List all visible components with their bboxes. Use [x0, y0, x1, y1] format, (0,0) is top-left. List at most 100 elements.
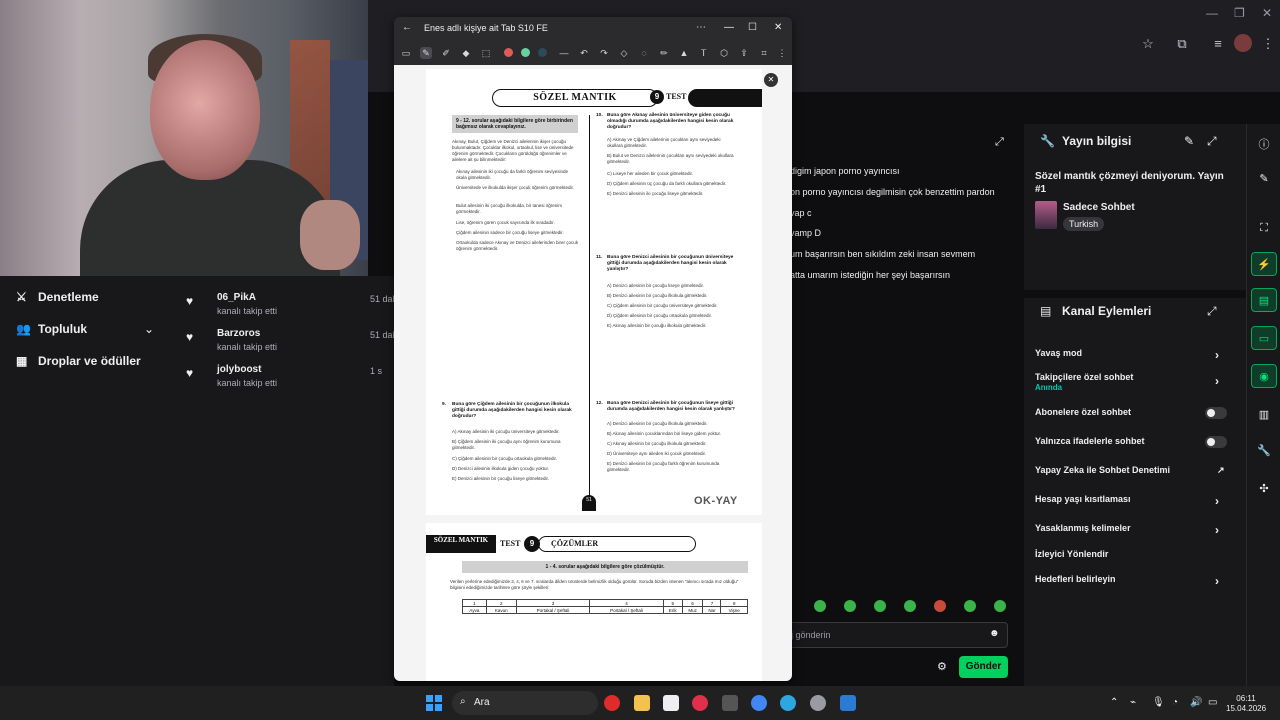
emote-icon[interactable] — [964, 600, 976, 612]
taskbar: ⌕ Ara ⌃ ⌁ 🎙 ◔ 🔊 ▭ 06:11 15.04.2026 — [0, 686, 1280, 720]
more-icon[interactable]: ⋮ — [1260, 36, 1276, 52]
popout-icon[interactable]: ⤢ — [1207, 134, 1217, 149]
send-button[interactable]: Gönder — [959, 656, 1008, 678]
minimize-icon[interactable]: — — [724, 22, 734, 33]
action-account-age[interactable]: Hesap yaşı kısıtlaması › — [1035, 494, 1235, 508]
color-red[interactable] — [504, 48, 513, 57]
layers-icon[interactable]: ▥ — [1251, 402, 1277, 426]
action-raid[interactable]: İzleyici Yönlendir — [1035, 549, 1235, 559]
action-subs-only[interactable]: Abonelere özel sohbet — [1035, 407, 1235, 419]
tray-chevron-icon[interactable]: ⌃ — [1110, 697, 1118, 708]
chrome-icon[interactable] — [751, 695, 767, 711]
network-icon[interactable]: ⌁ — [1130, 697, 1136, 708]
action-followers-only[interactable]: Takipçilere özel sohbet Anında › — [1035, 372, 1235, 392]
maximize-icon[interactable]: ❐ — [1234, 6, 1245, 20]
edit-icon[interactable]: ✎ — [1184, 134, 1194, 148]
search-box[interactable]: ⌕ Ara — [452, 691, 598, 715]
chevron-down-icon[interactable]: ⌄ — [144, 322, 154, 336]
highlighter-icon[interactable]: ✐ — [440, 47, 452, 59]
category-name[interactable]: Sadece Sohbet — [1063, 202, 1135, 213]
fullscreen-icon[interactable]: ⛶ — [1251, 216, 1277, 240]
queue-icon[interactable]: ≡ — [1210, 36, 1226, 52]
action-emote-only[interactable]: Yalnızca ifadelerle sohbet — [1035, 436, 1235, 448]
emoji-picker-icon[interactable]: ☻ — [989, 628, 1000, 639]
action-ai-moderation[interactable]: Yapay Zeka ile Sohbet Denetimi ↗ — [1035, 465, 1235, 475]
redo-icon[interactable]: ↷ — [598, 47, 610, 59]
emote-icon[interactable] — [934, 600, 946, 612]
chat-input[interactable]: j gönderin ☻ — [784, 622, 1008, 648]
chat-bubble-icon[interactable]: ▭ — [1251, 326, 1277, 350]
grip-icon[interactable]: ⋮ — [776, 47, 788, 59]
system-clock[interactable]: 06:11 15.04.2026 — [1226, 694, 1266, 714]
close-icon[interactable]: ✕ — [1262, 6, 1272, 20]
crop-icon[interactable]: ⌗ — [758, 47, 770, 59]
maximize-icon[interactable]: ☐ — [748, 22, 757, 33]
emote-only-toggle[interactable] — [1205, 436, 1227, 448]
shape-icon[interactable]: ◇ — [618, 47, 630, 59]
close-icon[interactable]: ✕ — [774, 22, 782, 33]
pen-icon[interactable]: ✎ — [420, 47, 432, 59]
fill-icon[interactable]: ▲ — [678, 47, 690, 59]
search-icon: ⌕ — [460, 696, 466, 707]
category-thumbnail[interactable] — [1035, 201, 1057, 229]
file-explorer-icon[interactable] — [634, 695, 650, 711]
emote-icon[interactable] — [904, 600, 916, 612]
media-app-icon[interactable] — [692, 695, 708, 711]
close-icon[interactable]: ✕ — [764, 73, 778, 87]
nav-item-topluluk[interactable]: 👥 Topluluk — [16, 322, 87, 336]
question-text: Buna göre Akınay ailesinin üniversiteye … — [607, 113, 734, 130]
language-tag[interactable]: Turkish — [1063, 217, 1105, 231]
wifi-icon[interactable]: ◔ — [1172, 697, 1178, 708]
emote-icon[interactable] — [874, 600, 886, 612]
star-icon[interactable]: ☆ — [1140, 36, 1156, 52]
extensions-icon[interactable]: ✣ — [1251, 476, 1277, 500]
info-icon[interactable]: ⓘ — [1251, 132, 1277, 156]
pencil-icon[interactable]: ✏ — [658, 47, 670, 59]
obs-icon[interactable] — [810, 695, 826, 711]
action-slow-mode[interactable]: Yavaş mod › — [1035, 348, 1235, 362]
subs-only-toggle[interactable] — [1205, 407, 1227, 419]
stroke-width-icon[interactable]: ― — [558, 47, 570, 59]
volume-icon[interactable]: 🔊 — [1190, 697, 1202, 708]
extensions-icon[interactable]: ⧉ — [1174, 36, 1190, 52]
wrench-icon[interactable]: 🔧 — [1251, 438, 1277, 462]
popout-icon[interactable]: ⤢ — [995, 136, 1004, 149]
color-dark[interactable] — [538, 48, 547, 57]
color-green[interactable] — [521, 48, 530, 57]
app-icon[interactable] — [840, 695, 856, 711]
more-icon[interactable]: ⋯ — [696, 22, 706, 33]
settings-icon[interactable]: ⚙ — [937, 660, 947, 673]
store-app-icon[interactable] — [663, 695, 679, 711]
lasso-icon[interactable]: ◌ — [638, 47, 650, 59]
layout-icon[interactable]: ▭ — [400, 47, 412, 59]
text-icon[interactable]: Ꭲ — [698, 47, 710, 59]
clipboard-icon[interactable]: ▤ — [1251, 288, 1277, 312]
nav-item-denetleme[interactable]: ⚔ Denetleme — [16, 290, 99, 304]
profile-avatar[interactable] — [1234, 34, 1252, 52]
undo-icon[interactable]: ↶ — [578, 47, 590, 59]
minimize-icon[interactable]: — — [1206, 6, 1218, 20]
solution-table: 1 2 3 4 5 6 7 8 Ayva Kavun Portakal / Şe… — [462, 599, 748, 614]
app-icon[interactable] — [722, 695, 738, 711]
mic-icon[interactable]: 🎙 — [1152, 697, 1165, 708]
back-arrow-icon[interactable]: ← — [402, 22, 412, 33]
pencil-icon[interactable]: ✎ — [1251, 166, 1277, 190]
select-icon[interactable]: ⬚ — [480, 47, 492, 59]
youtube-app-icon[interactable] — [604, 695, 620, 711]
bolt-icon[interactable]: ⚡ — [1251, 252, 1277, 276]
action-banned-words[interactable]: Yasaklanmış kelimeler › — [1035, 523, 1235, 537]
action-label: Yalnızca ifadelerle sohbet — [1035, 436, 1145, 446]
broadcast-icon[interactable]: ◉ — [1251, 364, 1277, 388]
emote-icon[interactable] — [814, 600, 826, 612]
popout-icon[interactable]: ⤢ — [1207, 304, 1217, 319]
emote-icon[interactable] — [994, 600, 1006, 612]
shapes-icon[interactable]: ⬡ — [718, 47, 730, 59]
emote-icon[interactable] — [844, 600, 856, 612]
export-icon[interactable]: ⇪ — [738, 47, 750, 59]
nav-item-droplar[interactable]: ▦ Droplar ve ödüller — [16, 354, 141, 368]
start-button[interactable] — [426, 695, 442, 711]
eraser-icon[interactable]: ◆ — [460, 47, 472, 59]
action-goals[interactable]: Hedefleri belirleyin › — [1035, 574, 1235, 588]
battery-icon[interactable]: ▭ — [1208, 697, 1217, 708]
telegram-icon[interactable] — [780, 695, 796, 711]
